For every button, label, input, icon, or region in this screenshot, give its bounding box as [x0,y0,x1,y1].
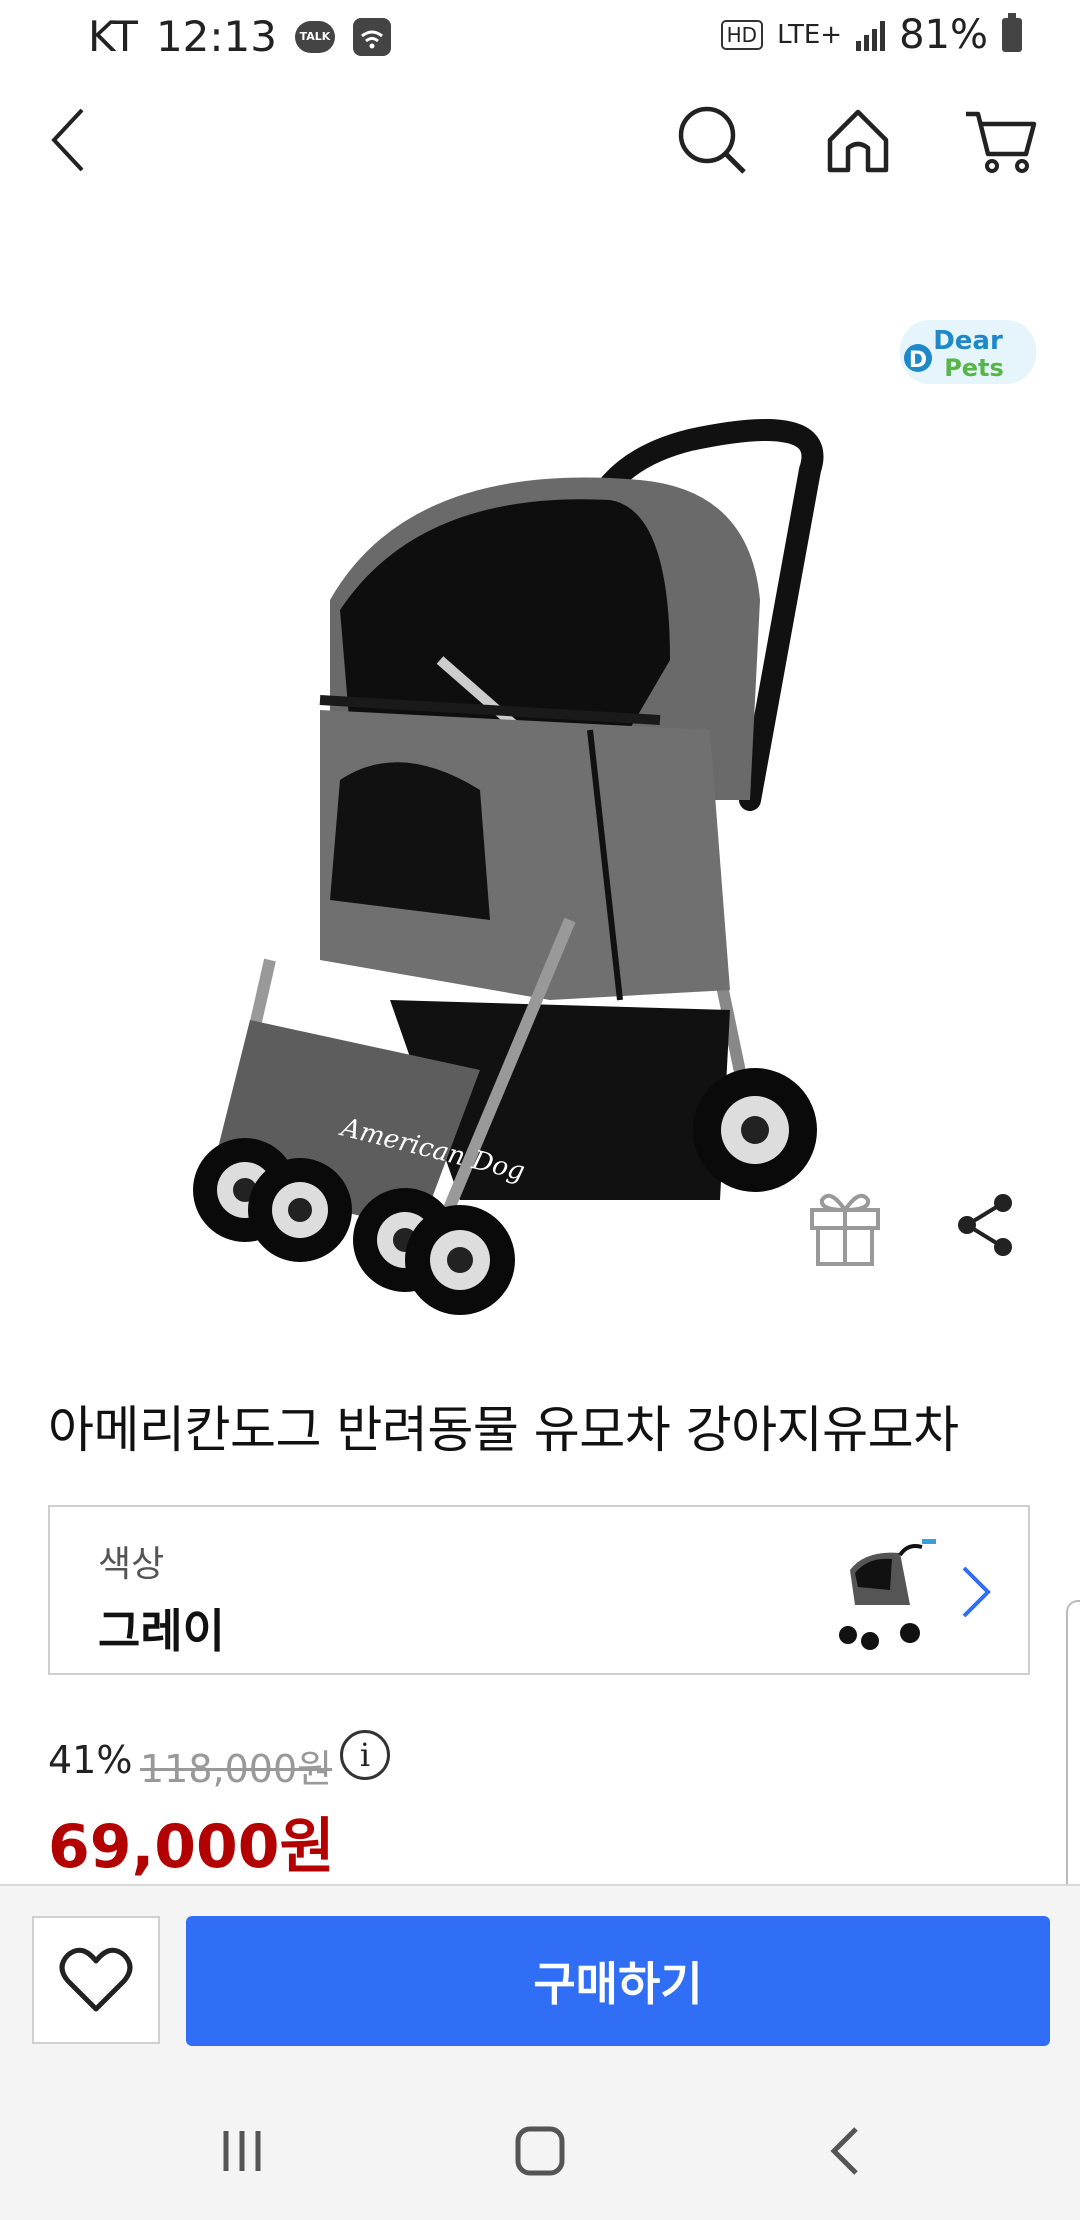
option-value: 그레이 [98,1604,225,1658]
chevron-left-icon [51,108,84,172]
info-icon[interactable]: i [340,1730,390,1780]
home-system-button[interactable] [500,2116,580,2186]
option-label: 색상 [98,1544,165,1585]
battery-level: 81% [899,12,988,58]
wheel-rear [693,1068,817,1192]
product-title: 아메리칸도그 반려동물 유모차 강아지유모차 [48,1401,959,1459]
home-icon [827,109,889,173]
option-thumbnail [830,1535,940,1655]
hd-icon: HD [720,20,764,50]
wifi-icon [352,17,391,56]
status-bar: KT 12:13 TALK HD LTE+ 81% [0,0,1080,72]
status-left: KT 12:13 TALK [88,12,391,61]
gift-button[interactable] [800,1180,890,1270]
talk-icon: TALK [294,20,335,53]
home-button[interactable] [818,100,898,180]
status-right: HD LTE+ 81% [720,12,1022,58]
svg-text:Dear: Dear [933,326,1003,356]
discount-rate: 41% [48,1738,133,1782]
system-navigation-bar [0,2076,1080,2220]
share-button[interactable] [945,1185,1025,1265]
wishlist-button[interactable] [32,1916,160,2044]
carrier-label: KT [88,12,138,61]
product-image[interactable]: American Dog [190,400,840,1330]
wheel-front-right [353,1188,515,1315]
cart-icon [966,111,1037,173]
brand-logo: Dear Pets D [898,312,1038,392]
share-icon [958,1194,1012,1256]
square-home-icon [515,2126,565,2176]
clock: 12:13 [155,12,277,61]
svg-text:D: D [909,348,927,373]
heart-icon [59,1947,133,2012]
recent-apps-icon [223,2131,261,2171]
chevron-right-icon [950,1562,1000,1622]
side-panel-edge[interactable] [1066,1600,1080,1902]
top-navigation [0,80,1080,200]
recent-apps-button[interactable] [202,2116,282,2186]
signal-icon [856,19,886,51]
system-back-button[interactable] [806,2116,886,2186]
color-option-selector[interactable]: 색상 그레이 [48,1505,1030,1675]
original-price: 118,000원 [140,1747,333,1791]
svg-text:Pets: Pets [944,354,1004,382]
bottom-action-bar: 구매하기 [0,1884,1080,2078]
search-button[interactable] [672,100,752,180]
sale-price: 69,000원 [48,1812,335,1882]
battery-icon [1002,13,1022,52]
search-icon [678,106,746,174]
chevron-left-icon [830,2127,858,2175]
back-button[interactable] [30,100,110,180]
gift-icon [810,1193,880,1266]
cart-button[interactable] [960,100,1040,180]
network-label: LTE+ [777,20,843,50]
buy-button[interactable]: 구매하기 [186,1916,1050,2046]
